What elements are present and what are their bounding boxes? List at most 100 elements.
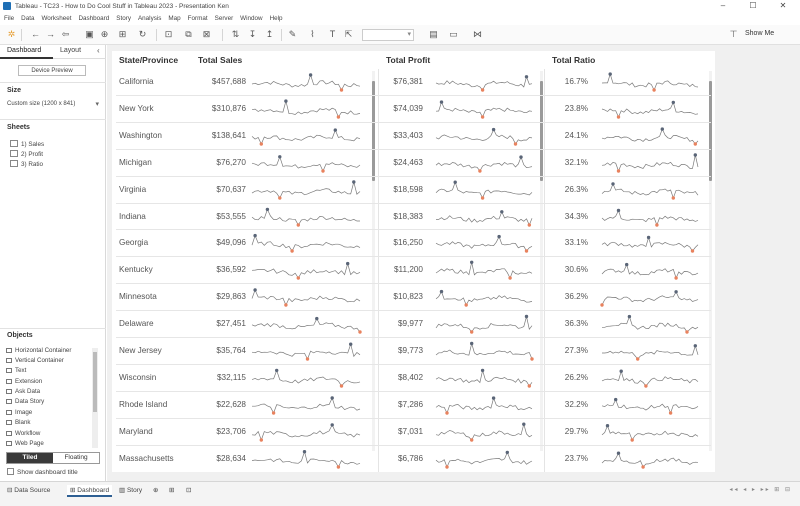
sales-sparkline-kentucky[interactable] [250, 259, 362, 281]
ratio-value-new-jersey[interactable]: 27.3% [546, 346, 588, 355]
object-blank[interactable]: Blank [6, 419, 30, 426]
state-label-wisconsin[interactable]: Wisconsin [119, 373, 156, 382]
minimize-button[interactable]: – [710, 0, 736, 12]
tab-data-source[interactable]: ⊟ Data Source [4, 485, 53, 497]
profit-value-washington[interactable]: $33,403 [380, 131, 423, 140]
ratio-value-rhode-island[interactable]: 32.2% [546, 400, 588, 409]
menu-server[interactable]: Server [215, 15, 234, 22]
sheet-item-sales[interactable]: 1) Sales [10, 140, 44, 148]
object-workflow[interactable]: Workflow [6, 430, 40, 437]
profit-value-wisconsin[interactable]: $8,402 [380, 373, 423, 382]
presentation-mode-icon[interactable]: ▭ [448, 29, 459, 40]
sales-scrollbar[interactable] [372, 71, 375, 451]
new-story-tab-icon[interactable]: ⊡ [183, 485, 194, 497]
ratio-value-georgia[interactable]: 33.1% [546, 238, 588, 247]
object-image[interactable]: Image [6, 409, 32, 416]
state-label-delaware[interactable]: Delaware [119, 319, 154, 328]
profit-scrollbar[interactable] [540, 71, 543, 451]
sales-sparkline-rhode-island[interactable] [250, 394, 362, 416]
ratio-sparkline-washington[interactable] [600, 125, 700, 147]
object-horizontal-container[interactable]: Horizontal Container [6, 347, 71, 354]
profit-value-indiana[interactable]: $18,383 [380, 212, 423, 221]
save-icon[interactable]: ▣ [84, 29, 95, 40]
clear-sheet-icon[interactable]: ⊠ [201, 29, 212, 40]
profit-sparkline-michigan[interactable] [434, 152, 534, 174]
collapse-panel-icon[interactable]: ‹ [97, 46, 100, 55]
state-label-maryland[interactable]: Maryland [119, 427, 153, 436]
object-text[interactable]: Text [6, 367, 26, 374]
object-extension[interactable]: Extension [6, 378, 42, 385]
show-dashboard-title-checkbox[interactable]: Show dashboard title [7, 468, 78, 476]
profit-sparkline-minnesota[interactable] [434, 286, 534, 308]
sales-value-washington[interactable]: $138,641 [198, 131, 246, 140]
objects-scrollbar[interactable] [92, 348, 98, 448]
profit-value-kentucky[interactable]: $11,200 [380, 265, 423, 274]
sales-sparkline-virginia[interactable] [250, 179, 362, 201]
group-icon[interactable]: ⌇ [307, 29, 318, 40]
sheet-item-profit[interactable]: 2) Profit [10, 150, 43, 158]
object-vertical-container[interactable]: Vertical Container [6, 357, 64, 364]
profit-value-new-jersey[interactable]: $9,773 [380, 346, 423, 355]
menu-help[interactable]: Help [270, 15, 283, 22]
menu-window[interactable]: Window [240, 15, 262, 22]
ratio-sparkline-delaware[interactable] [600, 313, 700, 335]
profit-sparkline-new-jersey[interactable] [434, 340, 534, 362]
state-label-rhode-island[interactable]: Rhode Island [119, 400, 167, 409]
ratio-value-minnesota[interactable]: 36.2% [546, 292, 588, 301]
ratio-value-washington[interactable]: 24.1% [546, 131, 588, 140]
sales-value-maryland[interactable]: $23,706 [198, 427, 246, 436]
tab-navigation-arrows[interactable]: ◂◂ ◂ ▸ ▸▸ ⊞ ⊟ [730, 486, 792, 493]
profit-value-new-york[interactable]: $74,039 [380, 104, 423, 113]
sales-sparkline-california[interactable] [250, 71, 362, 93]
ratio-value-indiana[interactable]: 34.3% [546, 212, 588, 221]
new-worksheet-tab-icon[interactable]: ⊕ [150, 485, 161, 497]
ratio-scrollbar[interactable] [709, 71, 712, 451]
new-worksheet-icon[interactable]: ⊡ [163, 29, 174, 40]
state-label-new-jersey[interactable]: New Jersey [119, 346, 162, 355]
profit-sparkline-rhode-island[interactable] [434, 394, 534, 416]
sales-value-virginia[interactable]: $70,637 [198, 185, 246, 194]
profit-sparkline-delaware[interactable] [434, 313, 534, 335]
menu-worksheet[interactable]: Worksheet [41, 15, 71, 22]
ratio-value-wisconsin[interactable]: 26.2% [546, 373, 588, 382]
fit-dropdown[interactable] [362, 29, 414, 41]
ratio-value-california[interactable]: 16.7% [546, 77, 588, 86]
highlight-icon[interactable]: ✎ [287, 29, 298, 40]
profit-value-michigan[interactable]: $24,463 [380, 158, 423, 167]
state-label-new-york[interactable]: New York [119, 104, 154, 113]
profit-sparkline-georgia[interactable] [434, 232, 534, 254]
ratio-sparkline-california[interactable] [600, 71, 700, 93]
sales-sparkline-new-york[interactable] [250, 98, 362, 120]
sales-sparkline-massachusetts[interactable] [250, 448, 362, 470]
sales-value-indiana[interactable]: $53,555 [198, 212, 246, 221]
floating-button[interactable]: Floating [53, 453, 99, 463]
ratio-value-michigan[interactable]: 32.1% [546, 158, 588, 167]
state-label-minnesota[interactable]: Minnesota [119, 292, 157, 301]
tab-dashboard-sheet[interactable]: ⊞ Dashboard [67, 485, 113, 497]
ratio-sparkline-rhode-island[interactable] [600, 394, 700, 416]
sales-sparkline-maryland[interactable] [250, 421, 362, 443]
profit-sparkline-washington[interactable] [434, 125, 534, 147]
tab-dashboard[interactable]: Dashboard [0, 45, 53, 59]
ratio-sparkline-kentucky[interactable] [600, 259, 700, 281]
new-datasource-icon[interactable]: ⊕ [99, 29, 110, 40]
profit-sparkline-new-york[interactable] [434, 98, 534, 120]
sales-value-new-york[interactable]: $310,876 [198, 104, 246, 113]
profit-sparkline-california[interactable] [434, 71, 534, 93]
profit-sparkline-indiana[interactable] [434, 206, 534, 228]
show-me-button[interactable]: Show Me [745, 30, 774, 37]
menu-map[interactable]: Map [168, 15, 180, 22]
ratio-sparkline-maryland[interactable] [600, 421, 700, 443]
sales-sparkline-wisconsin[interactable] [250, 367, 362, 389]
size-dropdown[interactable]: Custom size (1200 x 841) [7, 100, 99, 108]
sales-sparkline-delaware[interactable] [250, 313, 362, 335]
sales-value-minnesota[interactable]: $29,863 [198, 292, 246, 301]
object-ask-data[interactable]: Ask Data [6, 388, 40, 395]
profit-value-rhode-island[interactable]: $7,286 [380, 400, 423, 409]
swap-icon[interactable]: ⇅ [230, 29, 241, 40]
sales-value-new-jersey[interactable]: $35,764 [198, 346, 246, 355]
tab-story[interactable]: ▥ Story [116, 485, 145, 497]
profit-value-maryland[interactable]: $7,031 [380, 427, 423, 436]
show-me-icon[interactable]: ⊤ [728, 29, 739, 40]
profit-sparkline-kentucky[interactable] [434, 259, 534, 281]
